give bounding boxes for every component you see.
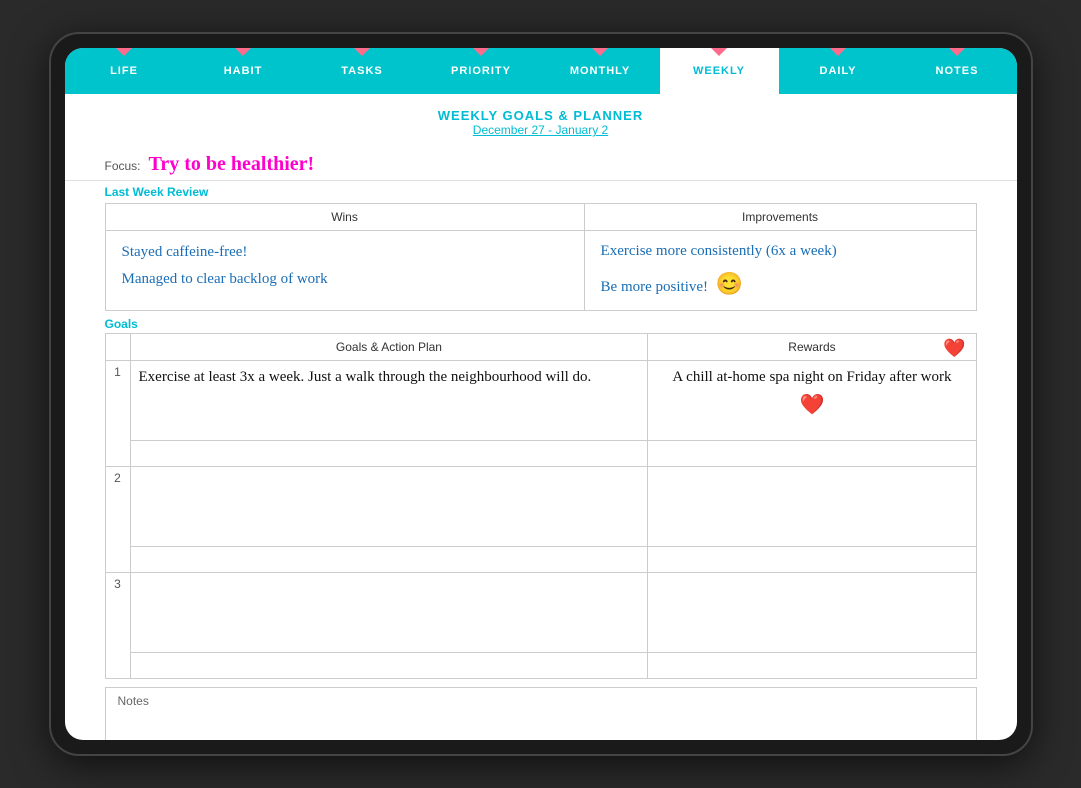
goal-num-1: 1 [105,360,130,466]
tab-tasks-label: TASKS [341,65,382,77]
sun-emoji: 😊 [716,265,743,302]
tab-daily[interactable]: DAILY [779,48,898,94]
goal-num-3: 3 [105,572,130,678]
tab-weekly[interactable]: WEEKLY [660,48,779,94]
focus-text: Try to be healthier! [149,153,315,176]
improvements-header: Improvements [584,204,976,231]
goal-action-1: Exercise at least 3x a week. Just a walk… [130,360,648,440]
tab-weekly-label: WEEKLY [693,65,745,77]
tab-habit-label: HABIT [224,65,263,77]
goal-action-2 [130,466,648,546]
tab-life[interactable]: LIFE [65,48,184,94]
page-subtitle[interactable]: December 27 - January 2 [65,123,1017,137]
tab-life-label: LIFE [110,65,138,77]
tab-monthly-label: MONTHLY [570,65,630,77]
heart-icon-header: ❤️ [943,338,965,359]
win-1: Stayed caffeine-free! [122,239,568,266]
goal-subrow-3 [105,652,976,678]
goal-action-3 [130,572,648,652]
reward-text-1: A chill at-home spa night on Friday afte… [656,365,967,421]
improvements-text: Exercise more consistently (6x a week)Be… [601,243,837,295]
notes-section: Notes [105,687,977,740]
notes-label: Notes [106,688,976,714]
rewards-header: Rewards ❤️ [648,333,976,360]
tab-notes-label: NOTES [936,65,979,77]
goal-reward-1: A chill at-home spa night on Friday afte… [648,360,976,440]
main-content: WEEKLY GOALS & PLANNER December 27 - Jan… [65,94,1017,740]
device-frame: LIFE HABIT TASKS PRIORITY MONTHLY WEEKLY… [51,34,1031,754]
goal-reward-3 [648,572,976,652]
goal-subrow-2 [105,546,976,572]
goal-num-2: 2 [105,466,130,572]
tab-notes[interactable]: NOTES [898,48,1017,94]
review-table: Wins Improvements Stayed caffeine-free! … [105,203,977,311]
goals-table: Goals & Action Plan Rewards ❤️ 1 Exercis… [105,333,977,679]
goal-reward-2 [648,466,976,546]
goal-text-1: Exercise at least 3x a week. Just a walk… [139,369,592,385]
page-title: WEEKLY GOALS & PLANNER [65,108,1017,123]
wins-cell: Stayed caffeine-free! Managed to clear b… [105,231,584,311]
goal-row-2: 2 [105,466,976,546]
app-container: LIFE HABIT TASKS PRIORITY MONTHLY WEEKLY… [65,48,1017,740]
goal-row-3: 3 [105,572,976,652]
tab-tasks[interactable]: TASKS [303,48,422,94]
heart-icon-reward: ❤️ [800,394,825,416]
tab-monthly[interactable]: MONTHLY [541,48,660,94]
tab-daily-label: DAILY [820,65,857,77]
tab-priority[interactable]: PRIORITY [422,48,541,94]
page-header: WEEKLY GOALS & PLANNER December 27 - Jan… [65,94,1017,145]
tab-habit[interactable]: HABIT [184,48,303,94]
focus-row: Focus: Try to be healthier! [65,145,1017,181]
goals-section-header: Goals [65,311,1017,333]
goals-action-header: Goals & Action Plan [130,333,648,360]
goal-row-1: 1 Exercise at least 3x a week. Just a wa… [105,360,976,440]
focus-label: Focus: [105,159,141,173]
wins-header: Wins [105,204,584,231]
num-header [105,333,130,360]
goal-subrow-1 [105,440,976,466]
improvements-cell: Exercise more consistently (6x a week)Be… [584,231,976,311]
tab-priority-label: PRIORITY [451,65,511,77]
last-week-review-header: Last Week Review [65,181,1017,203]
tab-bar: LIFE HABIT TASKS PRIORITY MONTHLY WEEKLY… [65,48,1017,94]
win-2: Managed to clear backlog of work [122,266,568,293]
